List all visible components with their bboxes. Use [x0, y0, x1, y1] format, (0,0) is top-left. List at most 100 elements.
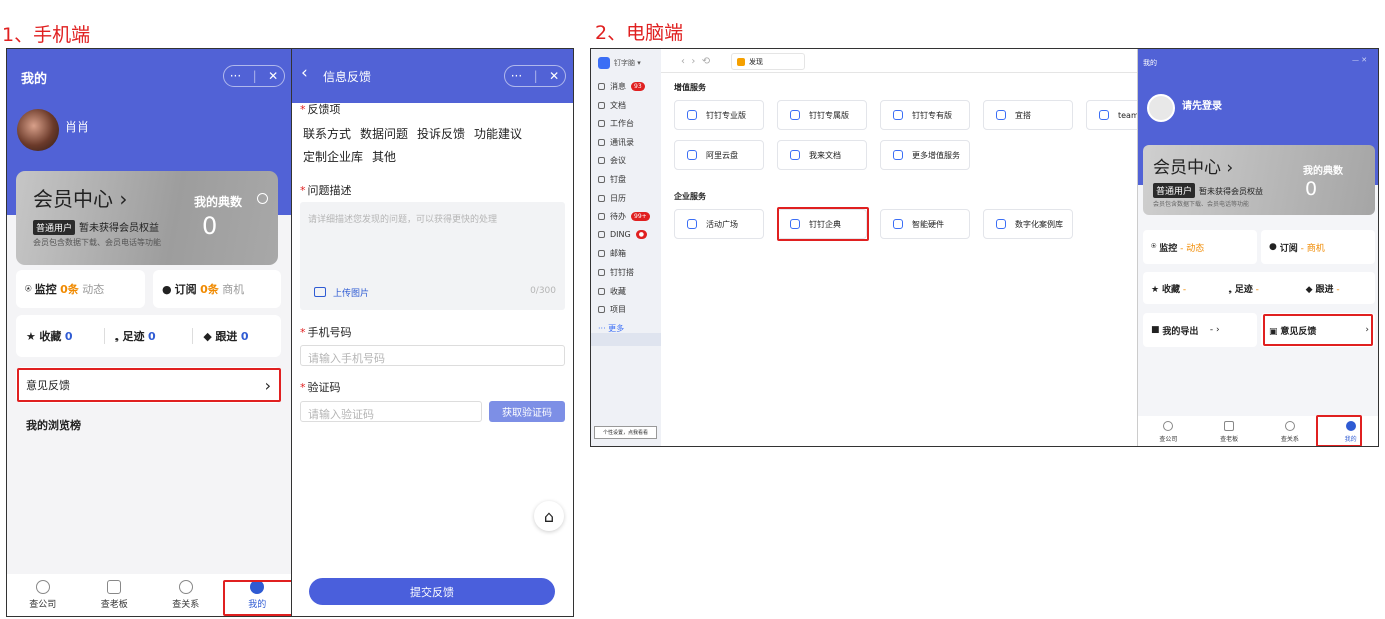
export-card[interactable]: ■ 我的导出 - › — [1143, 313, 1257, 347]
chip-custom-library[interactable]: 定制企业库 — [303, 148, 363, 165]
stat-value: - — [1182, 284, 1187, 295]
tab-discover[interactable]: 发现 — [731, 53, 805, 70]
stat-favorites[interactable]: ★ 收藏 0 — [16, 328, 104, 344]
service-icon — [790, 150, 800, 160]
chip-data[interactable]: 数据问题 — [360, 125, 408, 142]
service-button[interactable]: 更多增值服务 — [880, 140, 970, 170]
org-name: 钉字脑 ▾ — [614, 59, 641, 67]
highlight-box — [1263, 314, 1373, 346]
sidebar-item[interactable]: 项目 — [598, 304, 626, 315]
user-level-tag: 普通用户 — [1153, 183, 1196, 198]
tab-company[interactable]: 查公司 — [7, 574, 79, 616]
chip-suggestion[interactable]: 功能建议 — [474, 125, 522, 142]
stat-favorites[interactable]: ★ 收藏 - — [1143, 282, 1220, 295]
stat-followups[interactable]: ◆ 跟进 - — [1298, 282, 1375, 295]
sidebar-item[interactable]: 会议 — [598, 155, 626, 166]
image-icon — [314, 287, 326, 297]
stat-label: 收藏 — [39, 330, 62, 343]
sidebar-item-label: 邮箱 — [610, 249, 626, 259]
back-icon[interactable]: ‹ — [301, 63, 308, 83]
home-icon[interactable]: ⌂ — [534, 501, 564, 531]
chevron-right-icon: › — [1226, 158, 1234, 178]
monitor-label: 监控 — [34, 283, 57, 296]
tab-relation[interactable]: 查关系 — [1260, 416, 1321, 446]
sidebar-item-label: 日历 — [610, 193, 626, 203]
unread-badge: 99+ — [631, 212, 650, 222]
sidebar-item[interactable]: 通讯录 — [598, 137, 634, 148]
tab-boss[interactable]: 查老板 — [1199, 416, 1260, 446]
enterprise-services-title: 企业服务 — [674, 192, 706, 201]
sidebar-item[interactable]: DING ● — [598, 229, 647, 239]
phone-input[interactable]: 请输入手机号码 — [300, 345, 565, 366]
chip-group-2: 定制企业库 其他 — [303, 146, 405, 165]
chip-complaint[interactable]: 投诉反馈 — [417, 125, 465, 142]
service-button[interactable]: 钉钉专业版 — [674, 100, 764, 130]
service-icon — [893, 219, 903, 229]
service-button[interactable]: 智能硬件 — [880, 209, 970, 239]
sidebar-item-icon — [598, 176, 605, 183]
sidebar-item-icon — [598, 269, 605, 276]
sidebar-item-label: 钉盘 — [610, 175, 626, 184]
code-input[interactable]: 请输入验证码 — [300, 401, 482, 422]
tab-company[interactable]: 查公司 — [1138, 416, 1199, 446]
sidebar-item[interactable]: 钉盘 — [598, 174, 626, 185]
submit-button[interactable]: 提交反馈 — [309, 578, 555, 605]
service-button[interactable]: 阿里云盘 — [674, 140, 764, 170]
monitor-card[interactable]: ⍟ 监控 - 动态 — [1143, 230, 1257, 264]
stat-footprints[interactable]: ❟ 足迹 0 — [103, 328, 193, 344]
sidebar: 钉字脑 ▾ 消息 93 文档工作台通讯录会议钉盘日历待办 99+ DING ● 邮箱钉钉搭收… — [591, 49, 661, 446]
subscribe-card[interactable]: ● 订阅 0条 商机 — [153, 270, 281, 308]
service-button[interactable]: 我来文档 — [777, 140, 867, 170]
service-button[interactable]: 钉钉专属版 — [777, 100, 867, 130]
sidebar-item[interactable]: 消息 93 — [598, 81, 645, 92]
tab-label: 查关系 — [172, 600, 200, 610]
chip-contact[interactable]: 联系方式 — [303, 125, 351, 142]
avatar[interactable] — [17, 109, 59, 151]
desktop-window: 钉字脑 ▾ 消息 93 文档工作台通讯录会议钉盘日历待办 99+ DING ● 邮箱钉钉搭收… — [590, 48, 1379, 447]
vip-card[interactable]: 会员中心 › 普通用户 暂未获得会员权益 会员包含数据下载、会员电话等功能 我的典… — [1143, 145, 1375, 215]
vip-desc: 会员包含数据下载、会员电话等功能 — [33, 238, 161, 247]
sidebar-item[interactable]: 待办 99+ — [598, 211, 650, 222]
stat-followups[interactable]: ◆ 跟进 0 — [192, 328, 281, 344]
tab-label: 查老板 — [1220, 436, 1239, 443]
stat-footprints[interactable]: ❟ 足迹 - — [1220, 282, 1297, 295]
sidebar-item[interactable]: 邮箱 — [598, 248, 626, 259]
tab-relation[interactable]: 查关系 — [150, 574, 222, 616]
chevron-right-icon: › — [119, 187, 128, 211]
capsule-menu: ··· | ✕ — [223, 65, 285, 87]
desc-textarea[interactable]: 请详细描述您发现的问题，可以获得更快的处理 上传图片 0/300 — [300, 202, 565, 310]
vip-card[interactable]: 会员中心 › 普通用户 暂未获得会员权益 会员包含数据下载、会员电话等功能 我的典… — [16, 171, 278, 265]
sidebar-item[interactable]: 日历 — [598, 193, 626, 204]
get-code-button[interactable]: 获取验证码 — [489, 401, 565, 422]
sidebar-item[interactable]: 工作台 — [598, 118, 634, 129]
sidebar-settings-button[interactable]: 个性设置，点我看看 — [594, 426, 657, 439]
nav-arrows[interactable]: ‹ › ⟲ — [681, 56, 710, 67]
window-controls[interactable]: — ✕ — [1352, 56, 1367, 64]
close-button[interactable]: ✕ — [268, 69, 278, 83]
more-button[interactable]: ··· — [511, 69, 522, 83]
service-button[interactable]: 钉钉专有版 — [880, 100, 970, 130]
avatar[interactable] — [1147, 94, 1175, 122]
chip-other[interactable]: 其他 — [372, 148, 396, 165]
sidebar-item[interactable]: 收藏 — [598, 286, 626, 297]
phone-feedback-screen: ‹ 信息反馈 ··· | ✕ * 反馈项 联系方式 数据问题 投诉反馈 功能建议 定制企… — [292, 48, 574, 617]
monitor-card[interactable]: ⍟ 监控 0条 动态 — [16, 270, 145, 308]
service-button[interactable]: 宜搭 — [983, 100, 1073, 130]
more-button[interactable]: ··· — [230, 69, 241, 83]
tab-boss[interactable]: 查老板 — [79, 574, 151, 616]
sidebar-item[interactable]: 钉钉搭 — [598, 267, 634, 278]
login-link[interactable]: 请先登录 — [1182, 97, 1222, 112]
vip-status: 暂未获得会员权益 — [1199, 187, 1264, 196]
feedback-items-label: 反馈项 — [307, 103, 341, 116]
service-label: 活动广场 — [706, 219, 738, 229]
service-button[interactable]: 数字化案例库 — [983, 209, 1073, 239]
subscribe-card[interactable]: ● 订阅 - 商机 — [1261, 230, 1375, 264]
service-label: 钉钉专业版 — [706, 110, 746, 120]
close-button[interactable]: ✕ — [549, 69, 559, 83]
service-button[interactable]: 活动广场 — [674, 209, 764, 239]
subscribe-suffix: - 商机 — [1300, 243, 1325, 254]
sidebar-item[interactable]: 文档 — [598, 100, 626, 111]
sidebar-item-label: 待办 — [610, 212, 626, 222]
org-switcher[interactable]: 钉字脑 ▾ — [598, 57, 641, 69]
upload-button[interactable]: 上传图片 — [333, 286, 369, 299]
